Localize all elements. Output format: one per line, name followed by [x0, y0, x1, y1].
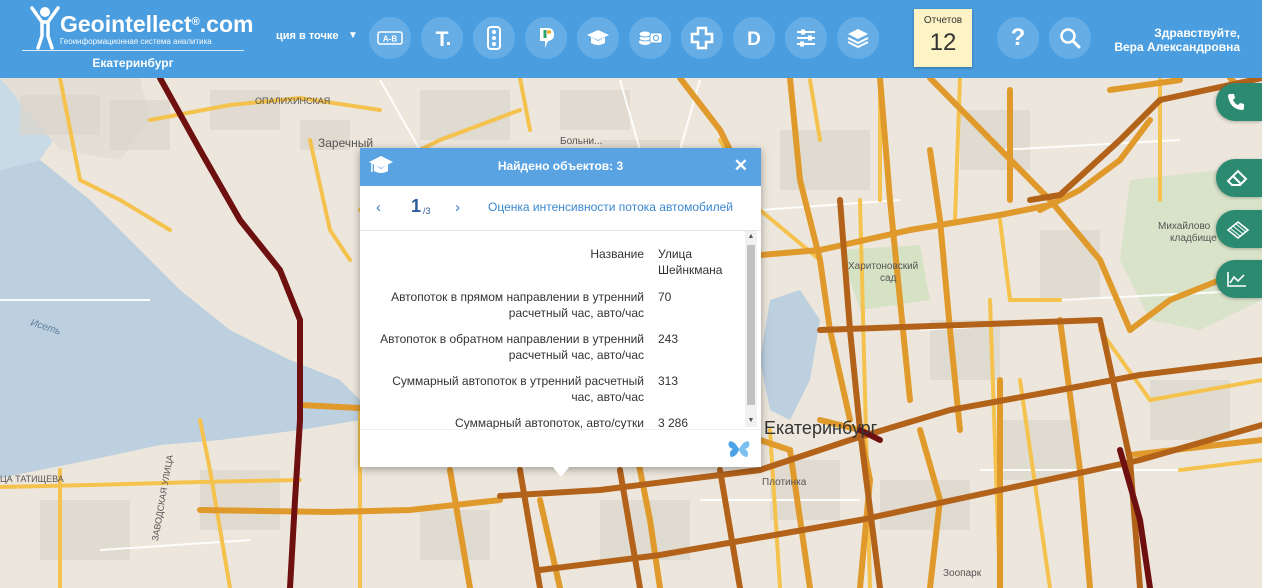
attribute-value: 3 286	[658, 416, 689, 429]
scroll-down-icon[interactable]: ▼	[745, 415, 757, 427]
butterfly-icon[interactable]	[727, 439, 751, 459]
total-objects: /3	[423, 206, 431, 216]
popup-header: Найдено объектов: 3 ✕	[360, 148, 761, 186]
mode-selector-label[interactable]: ция в точке	[276, 30, 339, 42]
search-button[interactable]	[1049, 17, 1091, 59]
line-chart-icon	[1227, 272, 1246, 287]
search-icon	[1060, 28, 1081, 49]
prev-object-button[interactable]: ‹	[376, 199, 381, 216]
popup-pagination: ‹ 1 /3 › Оценка интенсивности потока авт…	[360, 186, 761, 231]
eraser-icon	[1226, 169, 1248, 186]
map-label-opalikhinskaya: ОПАЛИХИНСКАЯ	[255, 96, 331, 106]
object-info-popup: Найдено объектов: 3 ✕ ‹ 1 /3 › Оценка ин…	[360, 148, 761, 467]
map-icon	[1226, 220, 1250, 240]
layers-button[interactable]	[837, 17, 879, 59]
sliders-icon	[797, 29, 815, 47]
money-icon	[638, 30, 663, 45]
map-label-kharitonovsky: Харитоновский	[848, 261, 919, 272]
attribute-value: 70	[658, 290, 672, 304]
d-layer-button[interactable]: D	[733, 17, 775, 59]
ab-route-icon: A-B	[377, 31, 403, 45]
map-label-tatishcheva: ЦА ТАТИЩЕВА	[0, 474, 64, 484]
layers-icon	[847, 29, 869, 49]
greeting-line: Здравствуйте,	[1154, 26, 1240, 40]
map-label-mikhailovskoe: Михайлово	[1158, 221, 1211, 232]
popup-title: Найдено объектов: 3	[497, 159, 624, 173]
attribute-label: Название	[590, 247, 644, 261]
side-tab-phone[interactable]	[1216, 83, 1262, 121]
phone-icon	[1228, 94, 1244, 110]
attribute-value: 313	[658, 374, 679, 388]
filters-button[interactable]	[785, 17, 827, 59]
map-label-ekaterinburg: Екатеринбург	[764, 418, 878, 438]
next-object-button[interactable]: ›	[455, 199, 460, 216]
scroll-thumb[interactable]	[747, 245, 755, 405]
side-tab-map[interactable]	[1216, 210, 1262, 248]
reports-label: Отчетов	[923, 15, 963, 26]
svg-text:A-B: A-B	[383, 35, 397, 44]
brand-logo[interactable]: Geointellect®.com Геоинформационная сист…	[22, 6, 254, 74]
brand-title: Geointellect®.com	[60, 11, 254, 37]
brand-subtitle: Геоинформационная система аналитика	[60, 37, 212, 46]
help-icon: ?	[1010, 24, 1026, 51]
text-tool-icon: T	[436, 28, 450, 49]
attribute-label: Автопоток в прямом направлении в утренни…	[391, 290, 644, 320]
attribute-value: Улица Шейнкмана	[658, 247, 723, 277]
map-label-kladbishche: кладбище	[1170, 233, 1217, 244]
map-label-sad: сад	[880, 273, 897, 284]
popup-attributes[interactable]: Название Улица Шейнкмана Автопоток в пря…	[360, 231, 744, 429]
layer-name-link[interactable]: Оценка интенсивности потока автомобилей	[488, 200, 733, 214]
attribute-label: Автопоток в обратном направлении в утрен…	[380, 332, 644, 362]
popup-footer	[360, 429, 761, 468]
svg-text:D: D	[747, 29, 761, 49]
money-button[interactable]	[629, 17, 671, 59]
attribute-value: 243	[658, 332, 679, 346]
user-greeting[interactable]: Здравствуйте, Вера Александровна	[1114, 26, 1240, 54]
ab-route-button[interactable]: A-B	[369, 17, 411, 59]
map-label-zoopark: Зоопарк	[943, 568, 982, 579]
user-name: Вера Александровна	[1114, 40, 1240, 54]
text-tool-button[interactable]: T	[421, 17, 463, 59]
pin-brand-icon	[540, 28, 554, 48]
close-icon[interactable]: ✕	[734, 157, 748, 175]
brand-divider	[22, 50, 244, 51]
traffic-light-button[interactable]	[473, 17, 515, 59]
logo-figure-icon	[30, 6, 60, 50]
map-label-plotinka: Плотинка	[762, 477, 807, 488]
reports-counter[interactable]: Отчетов 12	[914, 9, 972, 67]
city-selector[interactable]: Екатеринбург	[22, 56, 244, 70]
pin-brand-button[interactable]	[525, 17, 567, 59]
current-object-index: 1	[411, 196, 422, 216]
side-tab-eraser[interactable]	[1216, 159, 1262, 197]
map-label-bolnichny: Больни...	[560, 136, 603, 147]
mode-dropdown-icon[interactable]: ▼	[348, 30, 358, 41]
medical-cross-icon	[690, 26, 714, 50]
traffic-light-icon	[487, 26, 501, 50]
popup-pointer	[552, 466, 570, 477]
medical-button[interactable]	[681, 17, 723, 59]
reports-count: 12	[929, 29, 957, 56]
help-button[interactable]: ?	[997, 17, 1039, 59]
attribute-label: Суммарный автопоток, авто/сутки	[455, 416, 644, 429]
attribute-label: Суммарный автопоток в утренний расчетный…	[392, 374, 644, 404]
svg-text:T: T	[436, 28, 449, 49]
education-button[interactable]	[577, 17, 619, 59]
header-bar: Geointellect®.com Геоинформационная сист…	[0, 0, 1262, 78]
scroll-up-icon[interactable]: ▲	[745, 231, 757, 243]
d-letter-icon: D	[747, 29, 761, 49]
popup-scrollbar[interactable]: ▲ ▼	[745, 231, 757, 427]
graduation-cap-icon	[587, 30, 609, 45]
side-tab-chart[interactable]	[1216, 260, 1262, 298]
